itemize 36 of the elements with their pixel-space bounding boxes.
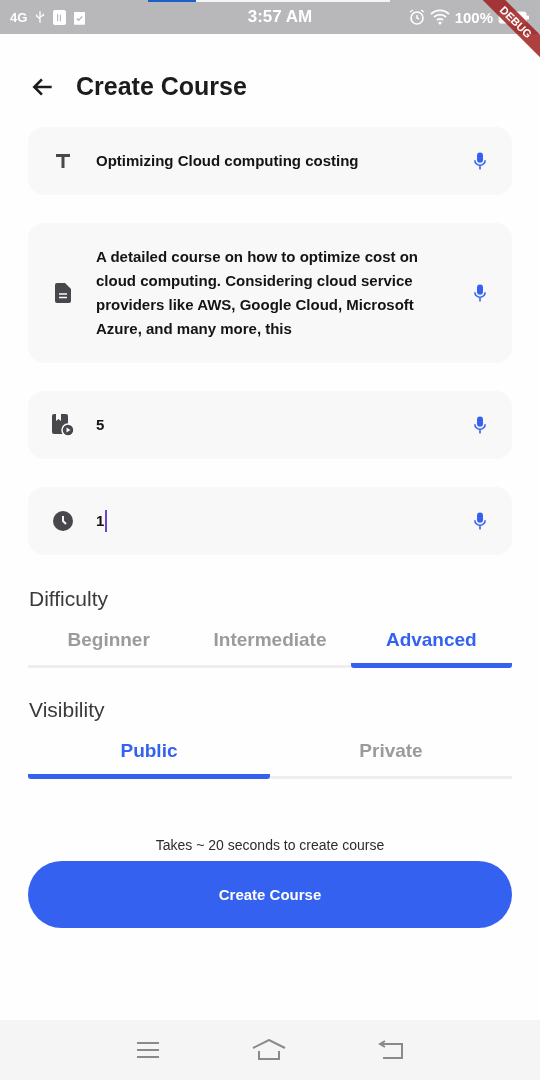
create-course-button[interactable]: Create Course xyxy=(28,861,512,928)
wifi-icon xyxy=(429,9,450,25)
sd-card-icon xyxy=(53,9,67,25)
microphone-icon[interactable] xyxy=(474,512,486,530)
time-estimate-note: Takes ~ 20 seconds to create course xyxy=(154,837,386,853)
field-value: 1 xyxy=(96,511,105,531)
difficulty-tab[interactable]: Intermediate xyxy=(189,619,351,668)
visibility-tab[interactable]: Public xyxy=(28,730,270,779)
video-book-icon xyxy=(52,414,74,436)
difficulty-tab[interactable]: Beginner xyxy=(28,619,190,668)
network-label: 4G xyxy=(10,9,28,25)
field-value: A detailed course on how to optimize cost on cloud computing. Considering cloud service providers like AWS, Google Cloud, Microsoft Azure, and many more, this xyxy=(96,247,419,339)
difficulty-tab[interactable]: Advanced xyxy=(350,619,512,668)
document-icon xyxy=(52,283,74,303)
section-heading: Visibility xyxy=(28,697,106,723)
input-field[interactable]: 5 xyxy=(28,391,512,459)
clock-time: 3:57 AM xyxy=(246,7,314,27)
microphone-icon[interactable] xyxy=(474,416,486,434)
field-value: 5 xyxy=(96,415,105,435)
page-title: Create Course xyxy=(76,72,247,101)
usb-icon xyxy=(35,10,46,24)
microphone-icon[interactable] xyxy=(474,284,486,302)
battery-percent: 100% xyxy=(454,8,493,26)
alarm-clock-icon xyxy=(408,9,425,25)
menu-icon[interactable] xyxy=(136,1041,160,1059)
clock-icon xyxy=(52,511,74,531)
microphone-icon[interactable] xyxy=(474,152,486,170)
visibility-tab[interactable]: Private xyxy=(270,730,512,779)
input-field[interactable]: Optimizing Cloud computing costing xyxy=(28,127,512,195)
section-heading: Difficulty xyxy=(28,586,109,612)
clipboard-check-icon xyxy=(74,9,86,25)
input-field[interactable]: 1 xyxy=(28,487,512,555)
input-field[interactable]: A detailed course on how to optimize cost on cloud computing. Considering cloud service providers like AWS, Google Cloud, Microsoft Azure, and many more, this xyxy=(28,223,512,363)
home-icon[interactable] xyxy=(252,1039,286,1061)
back-icon[interactable] xyxy=(378,1040,404,1060)
field-value: Optimizing Cloud computing costing xyxy=(96,151,359,171)
